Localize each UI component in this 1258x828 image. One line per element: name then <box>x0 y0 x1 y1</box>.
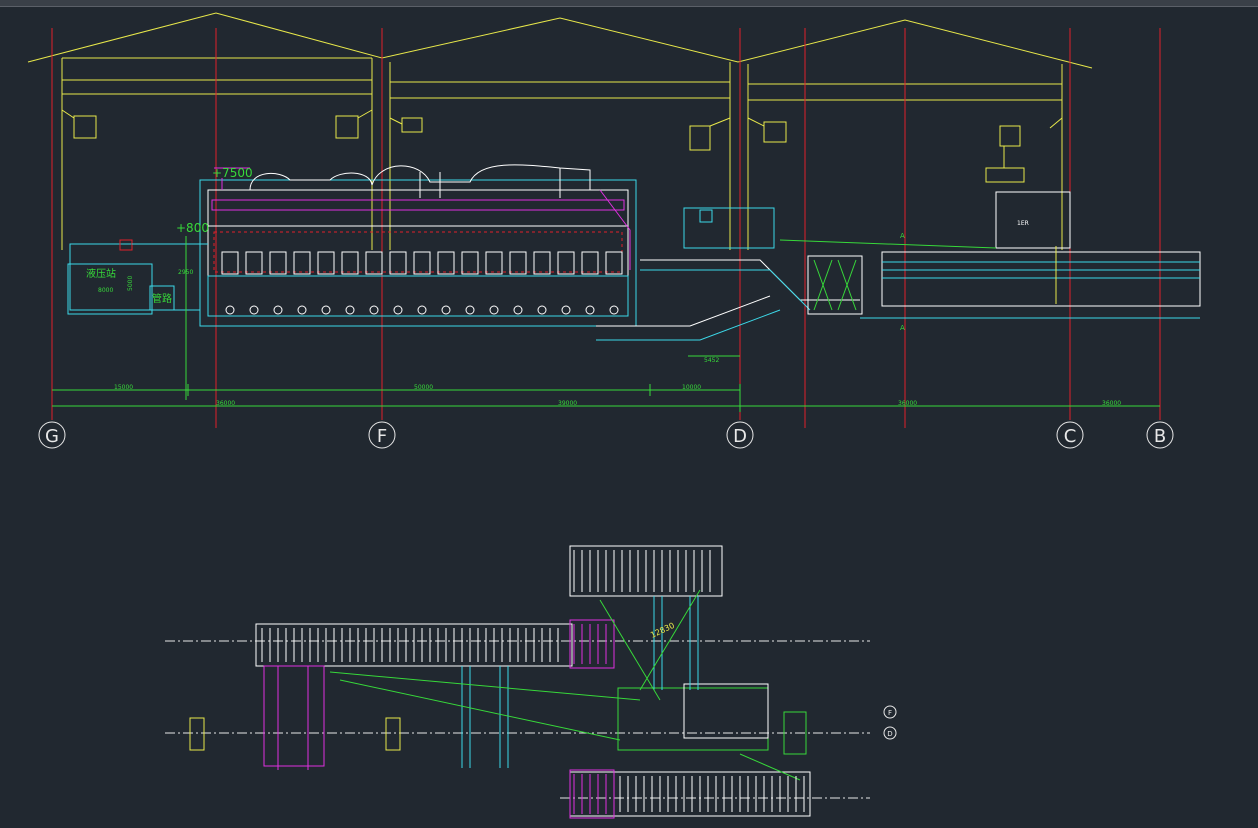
roller-stand <box>293 251 311 275</box>
roller-wheel <box>369 305 379 315</box>
level-mid-label: +800 <box>176 221 209 235</box>
furnace-roller-row <box>221 251 623 315</box>
roller-stand <box>461 251 479 275</box>
cad-drawing-canvas[interactable]: 液压站 8000 5000 2950 管路 +7500 +800 1ER A A… <box>0 7 1258 828</box>
dimension-lines <box>52 384 1160 412</box>
roller-wheel <box>225 305 235 315</box>
grid-axis-lines <box>51 28 1161 428</box>
roller-wheel <box>273 305 283 315</box>
roller-wheel <box>465 305 475 315</box>
dim-under-label: 5452 <box>704 357 719 364</box>
furnace-body <box>199 164 637 327</box>
room-label: 管路 <box>152 292 172 305</box>
roller-wheel <box>393 305 403 315</box>
dim-row1-0: 15000 <box>114 384 133 391</box>
roller-wheel <box>417 305 427 315</box>
roller-wheel <box>297 305 307 315</box>
cabinet-label: 1ER <box>1017 220 1029 227</box>
roller-stand <box>341 251 359 275</box>
roller-stand <box>413 251 431 275</box>
grid-label-d: D <box>733 426 747 447</box>
roller-stand <box>317 251 335 275</box>
roller-stand <box>365 251 383 275</box>
plan-axis-f: F <box>888 709 892 717</box>
roller-stand <box>581 251 599 275</box>
plan-axis-d: D <box>887 730 892 738</box>
roller-stand <box>245 251 263 275</box>
dim-row2-1: 39000 <box>558 400 577 407</box>
hydraulic-height-label: 5000 <box>127 276 134 291</box>
roller-wheel <box>513 305 523 315</box>
roller-stand <box>557 251 575 275</box>
dim-row2-2: 36000 <box>898 400 917 407</box>
grid-label-c: C <box>1064 426 1077 447</box>
roller-stand <box>533 251 551 275</box>
hydraulic-station-label: 液压站 <box>86 267 116 280</box>
roller-wheel <box>609 305 619 315</box>
roller-stand <box>485 251 503 275</box>
roller-stand <box>269 251 287 275</box>
plan-roller-ticks <box>261 550 805 814</box>
roller-stand <box>437 251 455 275</box>
roller-stand <box>509 251 527 275</box>
roller-wheel <box>345 305 355 315</box>
building-outline <box>27 12 1093 250</box>
dim-row2-0: 36000 <box>216 400 235 407</box>
roller-wheel <box>561 305 571 315</box>
dim-row1-1: 50000 <box>414 384 433 391</box>
hydraulic-station <box>67 236 208 400</box>
small-dim-label: 2950 <box>178 269 193 276</box>
window-top-strip <box>0 0 1258 7</box>
dim-row1-2: 10000 <box>682 384 701 391</box>
dim-row2-3: 36000 <box>1102 400 1121 407</box>
section-mark-top: A <box>900 232 905 240</box>
roller-stand <box>389 251 407 275</box>
roller-wheel <box>441 305 451 315</box>
roller-stand <box>605 251 623 275</box>
roller-stand <box>221 251 239 275</box>
roller-wheel <box>537 305 547 315</box>
roller-wheel <box>321 305 331 315</box>
exit-equipment <box>596 191 1201 341</box>
roller-wheel <box>585 305 595 315</box>
hydraulic-width-label: 8000 <box>98 287 113 294</box>
grid-label-b: B <box>1154 426 1166 447</box>
grid-label-g: G <box>45 426 59 447</box>
section-mark-bottom: A <box>900 324 905 332</box>
level-top-label: +7500 <box>212 166 253 180</box>
grid-bubbles <box>38 421 1174 449</box>
roller-wheel <box>249 305 259 315</box>
grid-label-f: F <box>377 426 387 447</box>
roller-wheel <box>489 305 499 315</box>
